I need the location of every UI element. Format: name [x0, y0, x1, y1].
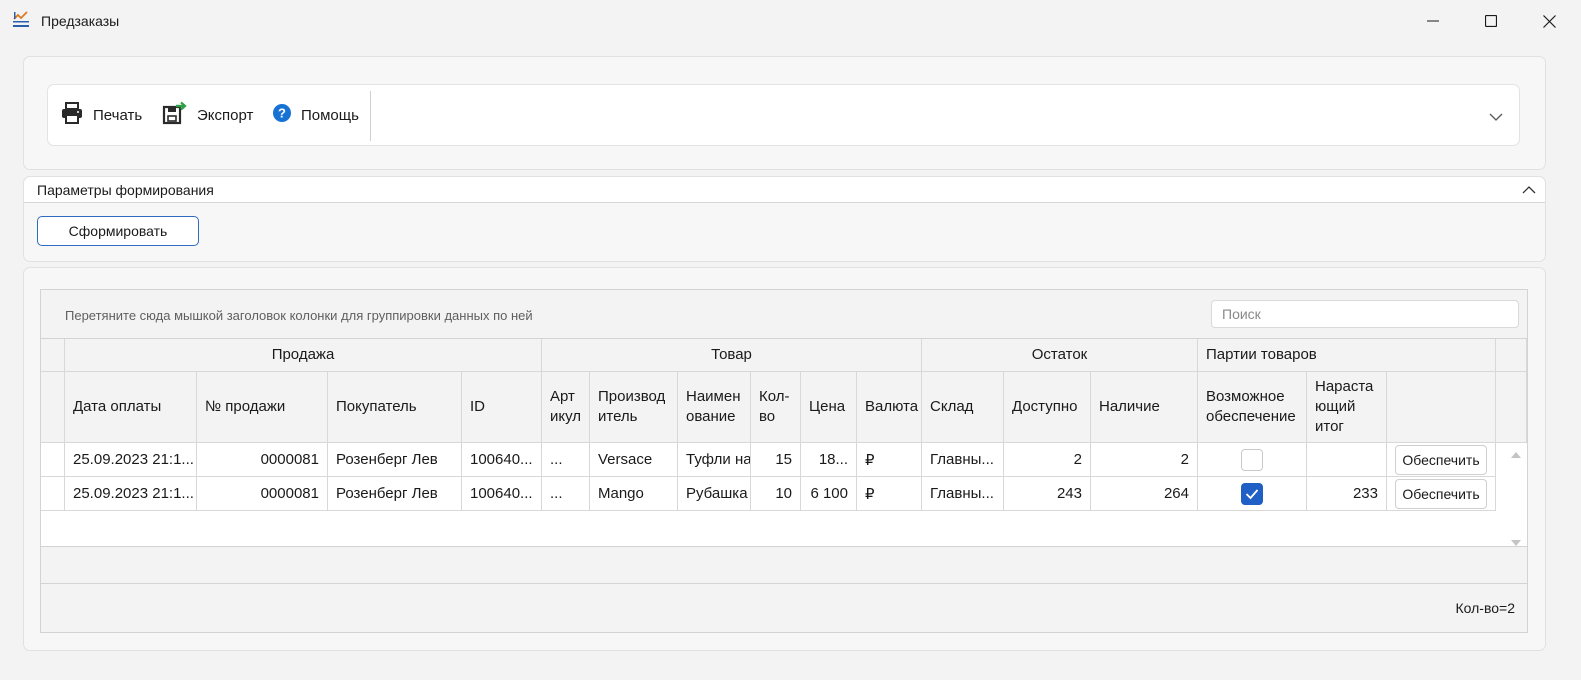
close-button[interactable]	[1526, 0, 1572, 42]
col-header-name[interactable]: Наимен ование	[678, 372, 751, 443]
cell-available[interactable]: 243	[1004, 477, 1091, 511]
col-header-maker[interactable]: Производ итель	[590, 372, 678, 443]
app-chart-icon	[12, 11, 30, 29]
supply-button[interactable]: Обеспечить	[1395, 444, 1487, 475]
row-indicator[interactable]	[41, 443, 65, 477]
chevron-up-icon[interactable]	[1522, 182, 1538, 196]
possible-supply-checkbox[interactable]	[1241, 448, 1263, 471]
window-title: Предзаказы	[41, 13, 120, 29]
col-header-qty[interactable]: Кол- во	[751, 372, 801, 443]
splitter-grip-icon[interactable]	[775, 168, 793, 178]
cell-currency[interactable]: ₽	[857, 477, 922, 511]
cell-name[interactable]: Рубашка	[678, 477, 751, 511]
cell-sale-no[interactable]: 0000081	[197, 477, 328, 511]
cell-qty[interactable]: 15	[751, 443, 801, 477]
col-header-action	[1387, 372, 1496, 443]
col-header-filler	[1496, 372, 1527, 443]
scroll-up-arrow-icon[interactable]	[1510, 446, 1522, 458]
col-header-available[interactable]: Доступно	[1004, 372, 1091, 443]
cell-action: Обеспечить	[1387, 443, 1496, 477]
col-header-cumulative[interactable]: Нараста ющий итог	[1307, 372, 1387, 443]
band-sale[interactable]: Продажа	[65, 339, 542, 372]
cell-action: Обеспечить	[1387, 477, 1496, 511]
toolbar-expand-chevron-icon[interactable]	[1486, 109, 1506, 125]
print-button[interactable]: Печать	[60, 85, 142, 145]
cell-available[interactable]: 2	[1004, 443, 1091, 477]
band-indicator-cell	[41, 339, 65, 372]
group-hint: Перетяните сюда мышкой заголовок колонки…	[65, 308, 533, 323]
col-header-pay-date[interactable]: Дата оплаты	[65, 372, 197, 443]
summary-panel: Кол-во=2	[41, 584, 1527, 632]
cell-id[interactable]: 100640...	[462, 443, 542, 477]
row-count-summary: Кол-во=2	[1455, 600, 1516, 616]
help-button[interactable]: ? Помощь	[272, 85, 359, 145]
minimize-button[interactable]	[1410, 0, 1456, 42]
possible-supply-checkbox[interactable]	[1241, 482, 1263, 505]
maximize-button[interactable]	[1468, 0, 1514, 42]
cell-price[interactable]: 6 100	[801, 477, 857, 511]
cell-currency[interactable]: ₽	[857, 443, 922, 477]
cell-in-stock[interactable]: 2	[1091, 443, 1198, 477]
cell-cumulative[interactable]	[1307, 443, 1387, 477]
band-filler	[1496, 339, 1527, 372]
cell-in-stock[interactable]: 264	[1091, 477, 1198, 511]
cell-qty[interactable]: 10	[751, 477, 801, 511]
grid-footer	[41, 546, 1527, 584]
col-header-in-stock[interactable]: Наличие	[1091, 372, 1198, 443]
cell-article[interactable]: ...	[542, 477, 590, 511]
col-header-warehouse[interactable]: Склад	[922, 372, 1004, 443]
cell-pay-date[interactable]: 25.09.2023 21:1...	[65, 443, 197, 477]
help-label: Помощь	[301, 106, 359, 124]
cell-cumulative[interactable]: 233	[1307, 477, 1387, 511]
cell-sale-no[interactable]: 0000081	[197, 443, 328, 477]
search-input[interactable]	[1211, 300, 1519, 328]
form-button[interactable]: Сформировать	[37, 216, 199, 246]
printer-icon	[60, 101, 84, 129]
cell-maker[interactable]: Versace	[590, 443, 678, 477]
cell-name[interactable]: Туфли на	[678, 443, 751, 477]
cell-id[interactable]: 100640...	[462, 477, 542, 511]
cell-warehouse[interactable]: Главны...	[922, 477, 1004, 511]
cell-buyer[interactable]: Розенберг Лев	[328, 443, 462, 477]
title-bar: Предзаказы	[0, 0, 1581, 42]
export-icon	[162, 101, 188, 129]
col-header-price[interactable]: Цена	[801, 372, 857, 443]
band-batches[interactable]: Партии товаров	[1198, 339, 1496, 372]
supply-button[interactable]: Обеспечить	[1395, 478, 1487, 509]
print-label: Печать	[93, 106, 143, 124]
toolbar-separator	[370, 91, 371, 141]
group-panel[interactable]: Перетяните сюда мышкой заголовок колонки…	[41, 290, 1527, 339]
cell-price[interactable]: 18...	[801, 443, 857, 477]
col-header-buyer[interactable]: Покупатель	[328, 372, 462, 443]
cell-possible-supply	[1198, 477, 1307, 511]
band-stock[interactable]: Остаток	[922, 339, 1198, 372]
col-header-article[interactable]: Арт икул	[542, 372, 590, 443]
cell-buyer[interactable]: Розенберг Лев	[328, 477, 462, 511]
cell-pay-date[interactable]: 25.09.2023 21:1...	[65, 477, 197, 511]
col-header-possible-supply[interactable]: Возможное обеспечение	[1198, 372, 1307, 443]
cell-warehouse[interactable]: Главны...	[922, 443, 1004, 477]
toolbar: Печать Экспорт ? Помощь	[47, 84, 1520, 146]
col-header-id[interactable]: ID	[462, 372, 542, 443]
cell-article[interactable]: ...	[542, 443, 590, 477]
params-title: Параметры формирования	[37, 182, 214, 198]
row-indicator-header	[41, 372, 65, 443]
params-header[interactable]: Параметры формирования	[24, 177, 1545, 203]
cell-maker[interactable]: Mango	[590, 477, 678, 511]
cell-possible-supply	[1198, 443, 1307, 477]
help-icon: ?	[272, 103, 292, 127]
col-header-currency[interactable]: Валюта	[857, 372, 922, 443]
export-label: Экспорт	[197, 106, 254, 124]
col-header-sale-no[interactable]: № продажи	[197, 372, 328, 443]
svg-text:?: ?	[278, 106, 286, 121]
data-grid: Перетяните сюда мышкой заголовок колонки…	[40, 289, 1528, 633]
scroll-down-arrow-icon[interactable]	[1510, 534, 1522, 546]
row-indicator[interactable]	[41, 477, 65, 511]
export-button[interactable]: Экспорт	[162, 85, 253, 145]
band-product[interactable]: Товар	[542, 339, 922, 372]
check-icon	[1245, 488, 1259, 499]
